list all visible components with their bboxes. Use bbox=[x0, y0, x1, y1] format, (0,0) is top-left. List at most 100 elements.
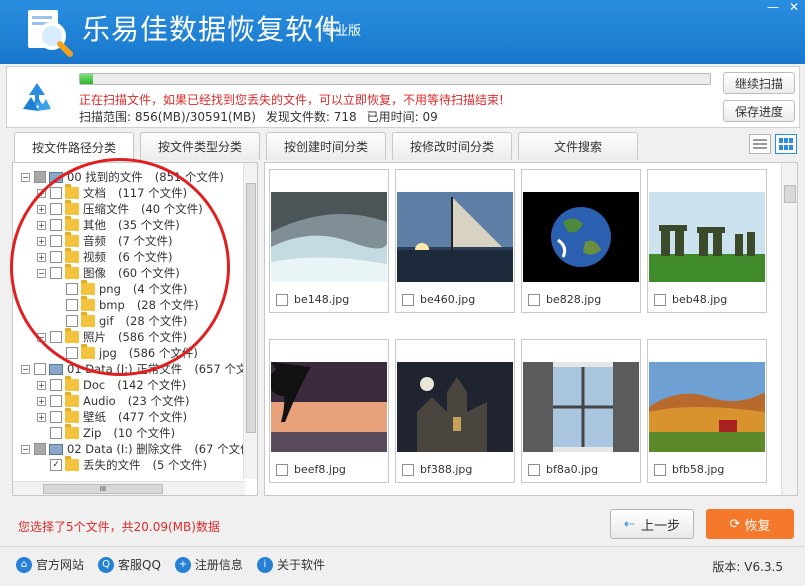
version-label: 版本: V6.3.5 bbox=[712, 560, 783, 574]
title-bar: 乐易佳数据恢复软件 专业版 — ✕ bbox=[0, 0, 805, 64]
save-progress-button[interactable]: 保存进度 bbox=[723, 100, 795, 122]
file-name: beef8.jpg bbox=[294, 463, 346, 476]
file-checkbox[interactable] bbox=[654, 293, 666, 306]
image-preview bbox=[271, 192, 387, 282]
grid-view-button[interactable] bbox=[775, 134, 797, 154]
file-thumbnail[interactable]: bfb58.jpg bbox=[647, 339, 767, 483]
folder-icon bbox=[65, 456, 79, 471]
expand-toggle[interactable]: + bbox=[37, 412, 46, 422]
user-icon: + bbox=[174, 556, 191, 573]
previous-step-button[interactable]: ⇠ 上一步 bbox=[610, 509, 694, 539]
footer-divider bbox=[0, 546, 805, 547]
file-thumbnail-grid: be148.jpg be460.jpg be828.jpg beb48.jpg beef… bbox=[264, 162, 798, 496]
recover-button[interactable]: ⟳ 恢复 bbox=[706, 509, 794, 539]
grid-vertical-scrollbar[interactable] bbox=[781, 163, 797, 495]
tab-by-modified[interactable]: 按修改时间分类 bbox=[392, 132, 512, 160]
registration-link[interactable]: + 注册信息 bbox=[174, 556, 243, 573]
expand-toggle[interactable]: + bbox=[37, 380, 46, 390]
file-checkbox[interactable] bbox=[528, 293, 540, 306]
file-thumbnail[interactable]: be828.jpg bbox=[521, 169, 641, 313]
file-name: beb48.jpg bbox=[672, 293, 728, 306]
file-thumbnail[interactable]: beef8.jpg bbox=[269, 339, 389, 483]
file-checkbox[interactable] bbox=[402, 293, 414, 306]
tree-checkbox[interactable] bbox=[50, 395, 62, 407]
tab-by-created[interactable]: 按创建时间分类 bbox=[266, 132, 386, 160]
scan-range: 扫描范围: 856(MB)/30591(MB) bbox=[79, 110, 256, 124]
tree-scroll-thumb[interactable] bbox=[246, 183, 256, 433]
about-label: 关于软件 bbox=[276, 558, 325, 572]
file-name: bfb58.jpg bbox=[672, 463, 725, 476]
tree-hscroll-thumb[interactable]: III bbox=[43, 484, 163, 494]
about-link[interactable]: i 关于软件 bbox=[256, 556, 325, 573]
tree-node[interactable]: ✓ 丢失的文件 (5 个文件) bbox=[37, 456, 207, 473]
info-icon: i bbox=[256, 556, 273, 573]
tree-checkbox[interactable] bbox=[50, 379, 62, 391]
expand-toggle[interactable]: + bbox=[37, 396, 46, 406]
file-thumbnail[interactable]: bf388.jpg bbox=[395, 339, 515, 483]
tree-node[interactable]: + Doc (142 个文件) bbox=[37, 376, 187, 393]
list-view-button[interactable] bbox=[749, 134, 771, 154]
recover-label: 恢复 bbox=[744, 518, 771, 534]
arrow-left-icon: ⇠ bbox=[624, 516, 635, 532]
tree-node[interactable]: + 壁纸 (477 个文件) bbox=[37, 408, 188, 425]
tree-checkbox[interactable] bbox=[50, 411, 62, 423]
image-preview bbox=[397, 362, 513, 452]
official-site-link[interactable]: ⌂ 官方网站 bbox=[16, 556, 84, 573]
tree-checkbox[interactable] bbox=[34, 171, 46, 183]
elapsed-time: 已用时间: 09 bbox=[366, 110, 438, 124]
tab-by-type[interactable]: 按文件类型分类 bbox=[140, 132, 260, 160]
tree-checkbox[interactable]: ✓ bbox=[50, 459, 62, 471]
drive-icon bbox=[49, 363, 63, 375]
file-thumbnail[interactable]: be148.jpg bbox=[269, 169, 389, 313]
file-thumbnail[interactable]: be460.jpg bbox=[395, 169, 515, 313]
file-checkbox[interactable] bbox=[402, 463, 414, 476]
tree-node[interactable]: + Audio (23 个文件) bbox=[37, 392, 189, 409]
minimize-button[interactable]: — bbox=[767, 0, 779, 14]
qq-icon: Q bbox=[98, 556, 115, 573]
image-preview bbox=[649, 192, 765, 282]
official-site-label: 官方网站 bbox=[36, 558, 85, 572]
tree-checkbox[interactable] bbox=[34, 363, 46, 375]
continue-scan-button[interactable]: 继续扫描 bbox=[723, 72, 795, 94]
grid-scroll-thumb[interactable] bbox=[784, 185, 796, 203]
tree-node-label: 丢失的文件 bbox=[83, 458, 141, 472]
footer-links: ⌂ 官方网站 Q 客服QQ + 注册信息 i 关于软件 bbox=[16, 556, 325, 573]
tree-node-label: Audio bbox=[83, 394, 116, 408]
image-preview bbox=[523, 192, 639, 282]
tree-node-count: (10 个文件) bbox=[113, 426, 176, 440]
expand-toggle[interactable]: − bbox=[21, 172, 30, 182]
file-checkbox[interactable] bbox=[654, 463, 666, 476]
grid-view-icon bbox=[779, 138, 793, 150]
image-preview bbox=[271, 362, 387, 452]
folder-icon bbox=[65, 376, 79, 391]
home-icon: ⌂ bbox=[16, 556, 32, 573]
tree-node[interactable]: −02 Data (I:) 删除文件 (67 个文件 bbox=[21, 441, 252, 457]
image-preview bbox=[397, 192, 513, 282]
file-thumbnail[interactable]: bf8a0.jpg bbox=[521, 339, 641, 483]
expand-toggle[interactable]: − bbox=[21, 444, 30, 454]
tree-node-count: (142 个文件) bbox=[117, 378, 187, 392]
tree-horizontal-scrollbar[interactable]: III bbox=[13, 481, 245, 495]
file-thumbnail[interactable]: beb48.jpg bbox=[647, 169, 767, 313]
support-qq-link[interactable]: Q 客服QQ bbox=[98, 556, 161, 573]
scan-status-text: 正在扫描文件，如果已经找到您丢失的文件，可以立即恢复，不用等待扫描结束! bbox=[79, 93, 504, 107]
tree-checkbox[interactable] bbox=[34, 443, 46, 455]
magnifier-logo-icon bbox=[28, 10, 73, 57]
file-name: be460.jpg bbox=[420, 293, 476, 306]
tree-node-label: 02 Data (I:) 删除文件 bbox=[67, 442, 183, 456]
file-checkbox[interactable] bbox=[276, 293, 288, 306]
tree-node-label: Zip bbox=[83, 426, 102, 440]
image-preview bbox=[523, 362, 639, 452]
close-button[interactable]: ✕ bbox=[789, 0, 799, 14]
tree-checkbox[interactable] bbox=[50, 427, 62, 439]
selection-summary: 您选择了5个文件，共20.09(MB)数据 bbox=[18, 520, 220, 534]
tree-vertical-scrollbar[interactable] bbox=[243, 163, 257, 479]
tree-node-label: 壁纸 bbox=[83, 410, 106, 424]
tree-node-count: (477 个文件) bbox=[118, 410, 188, 424]
file-checkbox[interactable] bbox=[528, 463, 540, 476]
tab-file-search[interactable]: 文件搜索 bbox=[518, 132, 638, 160]
folder-icon bbox=[65, 408, 79, 423]
tree-node[interactable]: Zip (10 个文件) bbox=[37, 424, 176, 441]
expand-toggle[interactable]: − bbox=[21, 364, 30, 374]
file-checkbox[interactable] bbox=[276, 463, 288, 476]
